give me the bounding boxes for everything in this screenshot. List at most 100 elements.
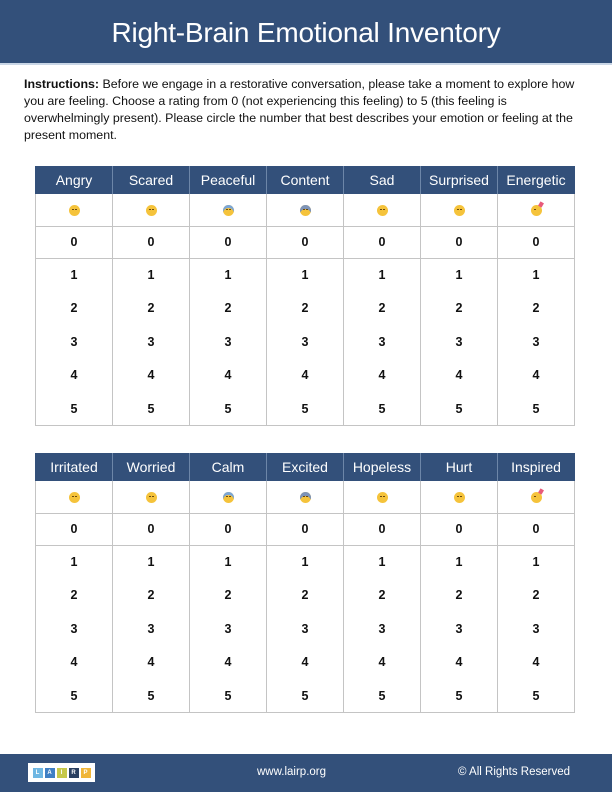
rating-option-excited-1[interactable]: 1	[266, 545, 344, 579]
rating-option-irritated-3[interactable]: 3	[35, 612, 113, 646]
rating-option-irritated-0[interactable]: 0	[35, 513, 113, 546]
column-header-hopeless: Hopeless	[343, 453, 421, 481]
rating-option-irritated-2[interactable]: 2	[35, 578, 113, 612]
rating-option-content-2[interactable]: 2	[266, 291, 344, 325]
rating-option-hurt-5[interactable]: 5	[420, 679, 498, 713]
rating-option-hopeless-0[interactable]: 0	[343, 513, 421, 546]
rating-row: 5555555	[35, 679, 575, 713]
rating-option-content-5[interactable]: 5	[266, 392, 344, 426]
rating-option-angry-3[interactable]: 3	[35, 325, 113, 359]
rating-option-excited-3[interactable]: 3	[266, 612, 344, 646]
rating-option-sad-2[interactable]: 2	[343, 291, 421, 325]
rating-option-calm-0[interactable]: 0	[189, 513, 267, 546]
rating-option-content-4[interactable]: 4	[266, 358, 344, 392]
rating-option-energetic-0[interactable]: 0	[497, 226, 575, 259]
rating-option-hurt-0[interactable]: 0	[420, 513, 498, 546]
rating-option-inspired-1[interactable]: 1	[497, 545, 575, 579]
rating-option-scared-2[interactable]: 2	[112, 291, 190, 325]
rating-option-hurt-2[interactable]: 2	[420, 578, 498, 612]
rating-option-content-1[interactable]: 1	[266, 258, 344, 292]
rating-option-calm-3[interactable]: 3	[189, 612, 267, 646]
rating-option-worried-0[interactable]: 0	[112, 513, 190, 546]
rating-option-surprised-0[interactable]: 0	[420, 226, 498, 259]
rating-option-energetic-5[interactable]: 5	[497, 392, 575, 426]
rating-option-worried-5[interactable]: 5	[112, 679, 190, 713]
rating-option-hopeless-4[interactable]: 4	[343, 645, 421, 679]
rating-option-surprised-2[interactable]: 2	[420, 291, 498, 325]
emoji-cell	[112, 481, 190, 514]
rating-option-excited-2[interactable]: 2	[266, 578, 344, 612]
rating-option-peaceful-5[interactable]: 5	[189, 392, 267, 426]
rating-option-sad-1[interactable]: 1	[343, 258, 421, 292]
rating-option-irritated-5[interactable]: 5	[35, 679, 113, 713]
rating-row: 5555555	[35, 392, 575, 426]
rating-option-hurt-4[interactable]: 4	[420, 645, 498, 679]
column-header-irritated: Irritated	[35, 453, 113, 481]
emoji-cell	[420, 481, 498, 514]
rating-option-worried-2[interactable]: 2	[112, 578, 190, 612]
rating-option-worried-1[interactable]: 1	[112, 545, 190, 579]
rating-option-sad-0[interactable]: 0	[343, 226, 421, 259]
rating-row: 3333333	[35, 612, 575, 646]
rating-option-sad-3[interactable]: 3	[343, 325, 421, 359]
column-header-surprised: Surprised	[420, 166, 498, 194]
rating-option-energetic-3[interactable]: 3	[497, 325, 575, 359]
rating-option-angry-4[interactable]: 4	[35, 358, 113, 392]
rating-option-angry-1[interactable]: 1	[35, 258, 113, 292]
rating-option-calm-4[interactable]: 4	[189, 645, 267, 679]
rating-option-worried-4[interactable]: 4	[112, 645, 190, 679]
rating-option-inspired-2[interactable]: 2	[497, 578, 575, 612]
rating-option-scared-3[interactable]: 3	[112, 325, 190, 359]
rating-option-calm-2[interactable]: 2	[189, 578, 267, 612]
rating-option-hurt-3[interactable]: 3	[420, 612, 498, 646]
header-row: Irritated Worried Calm Excited Hopeless Hurt I…	[35, 453, 575, 481]
rating-option-hopeless-5[interactable]: 5	[343, 679, 421, 713]
rating-option-hopeless-3[interactable]: 3	[343, 612, 421, 646]
rating-option-scared-4[interactable]: 4	[112, 358, 190, 392]
rating-option-content-0[interactable]: 0	[266, 226, 344, 259]
rating-option-angry-5[interactable]: 5	[35, 392, 113, 426]
rating-option-surprised-4[interactable]: 4	[420, 358, 498, 392]
rating-option-inspired-5[interactable]: 5	[497, 679, 575, 713]
rating-option-energetic-4[interactable]: 4	[497, 358, 575, 392]
rating-option-peaceful-2[interactable]: 2	[189, 291, 267, 325]
lairp-logo: LAIRP	[28, 763, 95, 782]
rating-option-sad-4[interactable]: 4	[343, 358, 421, 392]
rating-option-peaceful-3[interactable]: 3	[189, 325, 267, 359]
rating-option-peaceful-4[interactable]: 4	[189, 358, 267, 392]
rating-option-energetic-1[interactable]: 1	[497, 258, 575, 292]
rating-option-peaceful-0[interactable]: 0	[189, 226, 267, 259]
rating-option-content-3[interactable]: 3	[266, 325, 344, 359]
rating-option-worried-3[interactable]: 3	[112, 612, 190, 646]
rating-option-excited-0[interactable]: 0	[266, 513, 344, 546]
rating-option-angry-2[interactable]: 2	[35, 291, 113, 325]
rating-option-energetic-2[interactable]: 2	[497, 291, 575, 325]
rating-option-hopeless-1[interactable]: 1	[343, 545, 421, 579]
rating-option-peaceful-1[interactable]: 1	[189, 258, 267, 292]
rating-option-inspired-4[interactable]: 4	[497, 645, 575, 679]
rating-option-inspired-3[interactable]: 3	[497, 612, 575, 646]
rating-option-hopeless-2[interactable]: 2	[343, 578, 421, 612]
rating-option-excited-4[interactable]: 4	[266, 645, 344, 679]
rating-option-surprised-5[interactable]: 5	[420, 392, 498, 426]
fearful-face-icon	[299, 491, 311, 503]
rating-option-calm-1[interactable]: 1	[189, 545, 267, 579]
rating-option-irritated-4[interactable]: 4	[35, 645, 113, 679]
rating-option-scared-5[interactable]: 5	[112, 392, 190, 426]
website-link[interactable]: www.lairp.org	[257, 766, 326, 778]
rating-option-irritated-1[interactable]: 1	[35, 545, 113, 579]
rating-row: 2222222	[35, 578, 575, 612]
rating-option-surprised-1[interactable]: 1	[420, 258, 498, 292]
rating-option-excited-5[interactable]: 5	[266, 679, 344, 713]
rating-option-hurt-1[interactable]: 1	[420, 545, 498, 579]
rating-row: 3333333	[35, 325, 575, 359]
rating-option-surprised-3[interactable]: 3	[420, 325, 498, 359]
rating-option-scared-0[interactable]: 0	[112, 226, 190, 259]
rating-row: 0000000	[35, 513, 575, 546]
copyright-text: © All Rights Reserved	[458, 766, 571, 778]
rating-option-sad-5[interactable]: 5	[343, 392, 421, 426]
rating-option-calm-5[interactable]: 5	[189, 679, 267, 713]
rating-option-inspired-0[interactable]: 0	[497, 513, 575, 546]
rating-option-scared-1[interactable]: 1	[112, 258, 190, 292]
rating-option-angry-0[interactable]: 0	[35, 226, 113, 259]
